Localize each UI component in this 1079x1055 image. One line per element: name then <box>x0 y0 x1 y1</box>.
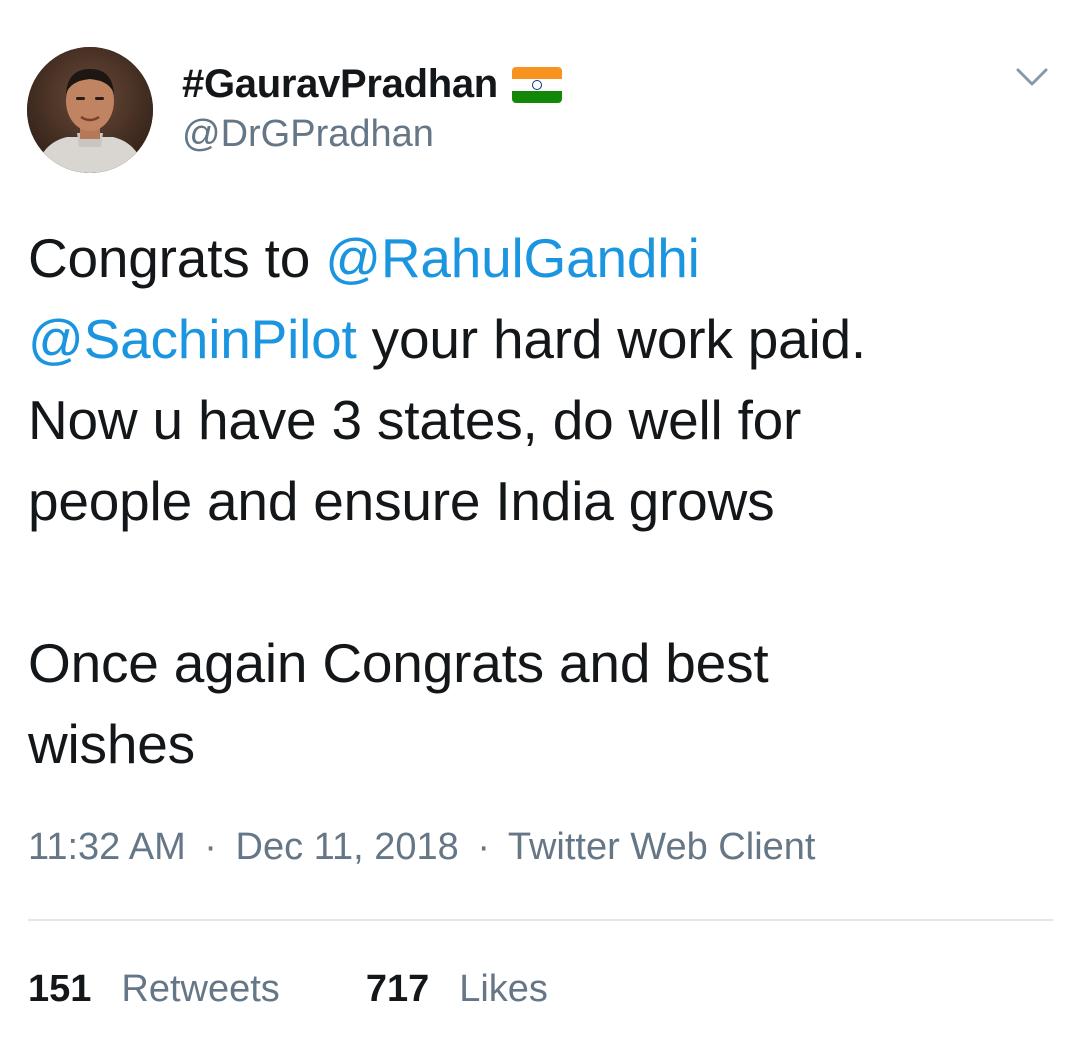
mention-sachinpilot-link[interactable]: @SachinPilot <box>28 308 357 370</box>
tweet-detail: #GauravPradhan @DrGPradhan Congrats to @… <box>0 0 1079 1055</box>
avatar[interactable] <box>27 47 153 173</box>
tweet-text-segment: Congrats to <box>28 227 326 289</box>
retweets-label: Retweets <box>121 968 280 1010</box>
tweet-line-5: Once again Congrats and best <box>28 632 769 694</box>
meta-separator: · <box>204 826 217 868</box>
tweet-line-6: wishes <box>28 713 195 775</box>
chevron-down-icon[interactable] <box>1014 62 1050 90</box>
india-flag-icon <box>511 67 562 103</box>
tweet-line-3: Now u have 3 states, do well for <box>28 389 802 451</box>
likes-stat[interactable]: 717 Likes <box>366 968 548 1011</box>
divider <box>28 919 1053 921</box>
mention-rahulgandhi-link[interactable]: @RahulGandhi <box>325 227 700 289</box>
tweet-line-4: people and ensure India grows <box>28 470 775 532</box>
tweet-meta: 11:32 AM · Dec 11, 2018 · Twitter Web Cl… <box>28 826 815 869</box>
tweet-date-link[interactable]: Dec 11, 2018 <box>236 826 459 868</box>
tweet-line-1: Congrats to @RahulGandhi <box>28 218 1058 299</box>
retweets-stat[interactable]: 151 Retweets <box>28 968 280 1011</box>
meta-separator: · <box>477 826 490 868</box>
author-name-row[interactable]: #GauravPradhan <box>182 58 562 110</box>
tweet-time-link[interactable]: 11:32 AM <box>28 826 186 868</box>
avatar-image <box>27 47 153 173</box>
paragraph-break <box>28 542 1058 623</box>
tweet-source-link[interactable]: Twitter Web Client <box>508 826 816 868</box>
tweet-text-segment: your hard work paid. <box>356 308 867 370</box>
retweets-count: 151 <box>28 968 92 1010</box>
display-name[interactable]: #GauravPradhan <box>182 62 498 107</box>
tweet-line-2: @SachinPilot your hard work paid. <box>28 299 1058 380</box>
likes-label: Likes <box>459 968 548 1010</box>
tweet-stats: 151 Retweets 717 Likes <box>28 968 548 1011</box>
tweet-text: Congrats to @RahulGandhi @SachinPilot yo… <box>28 218 1058 785</box>
author-handle[interactable]: @DrGPradhan <box>182 113 434 156</box>
likes-count: 717 <box>365 968 430 1010</box>
